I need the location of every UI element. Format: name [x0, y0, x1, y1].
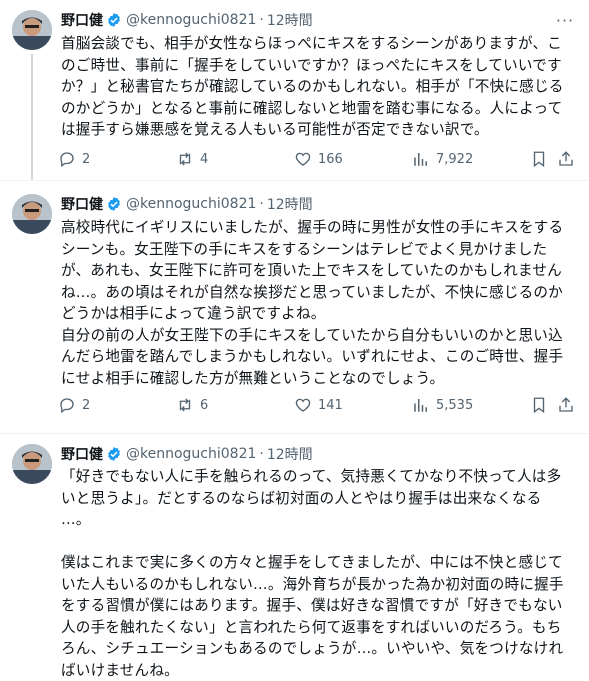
author-handle[interactable]: @kennoguchi0821 [126, 196, 256, 212]
share-icon [559, 397, 573, 412]
tweet-3[interactable]: 野口健 @kennoguchi0821 · 12時間 「好きでもない人に手を触ら… [0, 434, 589, 680]
separator-dot: · [259, 196, 264, 212]
avatar[interactable] [12, 444, 52, 484]
view-count: 7,922 [436, 151, 474, 167]
author-name[interactable]: 野口健 [61, 444, 103, 464]
repost-count: 6 [200, 397, 209, 413]
bookmark-button[interactable] [530, 150, 548, 168]
timestamp[interactable]: 12時間 [267, 10, 313, 30]
action-bar: 2 6 141 5,535 [58, 396, 577, 416]
heart-icon [295, 398, 311, 412]
tweet-1[interactable]: 野口健 @kennoguchi0821 · 12時間 ··· 首脳会談でも、相手… [0, 0, 589, 181]
reply-button[interactable]: 2 [58, 396, 90, 414]
bookmark-icon [533, 151, 545, 168]
separator-dot: · [259, 446, 264, 462]
share-button[interactable] [557, 396, 575, 414]
repost-button[interactable]: 6 [176, 396, 208, 414]
bookmark-button[interactable] [530, 396, 548, 414]
like-count: 141 [318, 397, 343, 413]
heart-icon [295, 152, 311, 166]
share-button[interactable] [557, 150, 575, 168]
like-button[interactable]: 141 [294, 396, 343, 414]
views-button[interactable]: 5,535 [412, 396, 473, 414]
views-chart-icon [414, 153, 427, 166]
author-handle[interactable]: @kennoguchi0821 [126, 446, 256, 462]
view-count: 5,535 [436, 397, 474, 413]
avatar[interactable] [12, 194, 52, 234]
like-count: 166 [318, 151, 343, 167]
more-options-icon[interactable]: ··· [555, 10, 575, 30]
verified-badge-icon [106, 196, 122, 212]
repost-button[interactable]: 4 [176, 150, 208, 168]
tweet-text: 高校時代にイギリスにいましたが、握手の時に男性が女性の手にキスをする シーンも。… [61, 219, 564, 387]
timestamp[interactable]: 12時間 [267, 444, 313, 464]
repost-count: 4 [200, 151, 209, 167]
share-icon [559, 151, 573, 166]
tweet-text: 首脳会談でも、相手が女性ならほっぺにキスをするシーンがありますが、こ のご時世、… [61, 35, 564, 138]
reply-button[interactable]: 2 [58, 150, 90, 168]
repost-icon [179, 152, 191, 166]
repost-icon [179, 398, 191, 412]
views-button[interactable]: 7,922 [412, 150, 473, 168]
author-handle[interactable]: @kennoguchi0821 [126, 12, 256, 28]
tweet-header: 野口健 @kennoguchi0821 · 12時間 ··· [61, 10, 575, 30]
tweet-2[interactable]: 野口健 @kennoguchi0821 · 12時間 高校時代にイギリスにいまし… [0, 181, 589, 434]
thread-line [31, 54, 33, 180]
author-name[interactable]: 野口健 [61, 194, 103, 214]
timestamp[interactable]: 12時間 [267, 194, 313, 214]
action-bar: 2 4 166 7,922 [58, 150, 577, 170]
reply-icon [60, 152, 74, 168]
tweet-text: 「好きでもない人に手を触られるのって、気持悪くてかなり不快って人は多 いと思うよ… [61, 468, 564, 679]
reply-icon [60, 398, 74, 414]
bookmark-icon [533, 397, 545, 414]
avatar[interactable] [12, 10, 52, 50]
tweet-header: 野口健 @kennoguchi0821 · 12時間 [61, 194, 575, 214]
author-name[interactable]: 野口健 [61, 10, 103, 30]
reply-count: 2 [82, 151, 91, 167]
views-chart-icon [414, 399, 427, 412]
verified-badge-icon [106, 446, 122, 462]
separator-dot: · [259, 12, 264, 28]
tweet-header: 野口健 @kennoguchi0821 · 12時間 [61, 444, 575, 464]
verified-badge-icon [106, 12, 122, 28]
like-button[interactable]: 166 [294, 150, 343, 168]
reply-count: 2 [82, 397, 91, 413]
